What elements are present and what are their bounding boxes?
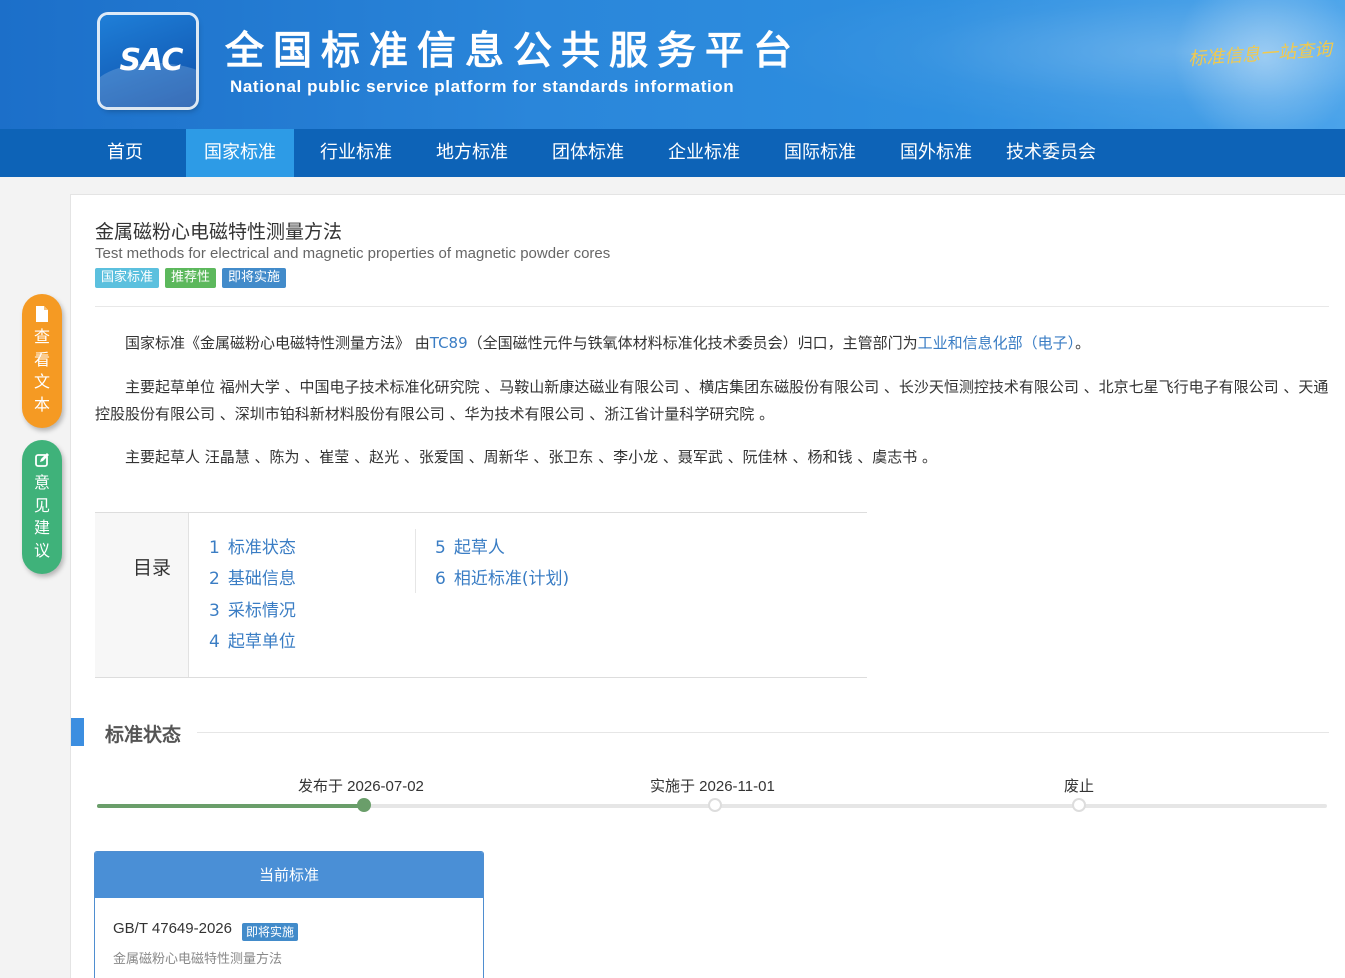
main-nav: 首页 国家标准 行业标准 地方标准 团体标准 企业标准 国际标准 国外标准 技术… <box>0 129 1345 177</box>
feedback-button[interactable]: 意 见 建 议 <box>22 440 62 574</box>
toc-text: 采标情况 <box>227 601 296 621</box>
intro-text: 国家标准《金属磁粉心电磁特性测量方法》 由 <box>125 334 430 352</box>
standard-code[interactable]: GB/T 47649-2026 <box>113 920 232 937</box>
intro-paragraph-drafting-units: 主要起草单位 福州大学 、中国电子技术标准化研究院 、马鞍山新康达磁业有限公司 … <box>95 378 1329 423</box>
section-accent-bar <box>71 718 84 746</box>
timeline-dot-abolished <box>1072 798 1086 812</box>
edit-icon <box>35 453 49 467</box>
section-divider <box>197 732 1329 733</box>
toc-label-box: 目录 <box>95 513 189 677</box>
feedback-char: 建 <box>33 518 50 537</box>
toc-text: 标准状态 <box>227 538 296 558</box>
content-panel: 金属磁粉心电磁特性测量方法 Test methods for electrica… <box>70 194 1345 978</box>
view-text-char: 文 <box>33 372 50 391</box>
nav-national-standard[interactable]: 国家标准 <box>186 129 294 177</box>
tag-national-standard: 国家标准 <box>95 268 160 288</box>
nav-enterprise-standard[interactable]: 企业标准 <box>652 129 756 177</box>
standard-name: 金属磁粉心电磁特性测量方法 <box>113 952 283 967</box>
toc-num: 4 <box>209 632 220 652</box>
toc-text: 起草人 <box>453 538 505 558</box>
toc-num: 2 <box>209 569 220 589</box>
nav-home[interactable]: 首页 <box>88 129 162 177</box>
current-standard-card[interactable]: 当前标准 GB/T 47649-2026 即将实施 金属磁粉心电磁特性测量方法 <box>94 851 484 978</box>
intro-paragraph-drafters: 主要起草人 汪晶慧 、陈为 、崔莹 、赵光 、张爱国 、周新华 、张卫东 、李小… <box>125 448 937 466</box>
toc-item-similar-standards[interactable]: 6 相近标准(计划) <box>435 564 569 589</box>
toc-text: 相近标准(计划) <box>453 569 570 589</box>
department-link[interactable]: 工业和信息化部（电子） <box>918 334 1076 352</box>
toc-item-drafting-units[interactable]: 4 起草单位 <box>209 627 296 652</box>
nav-international-standard[interactable]: 国际标准 <box>768 129 872 177</box>
nav-local-standard[interactable]: 地方标准 <box>420 129 524 177</box>
view-text-button[interactable]: 查 看 文 本 <box>22 294 62 428</box>
document-icon <box>36 306 48 322</box>
toc-num: 3 <box>209 601 220 621</box>
toc-label: 目录 <box>133 557 172 579</box>
document-english-title: Test methods for electrical and magnetic… <box>95 245 611 262</box>
site-header: SAC 全国标准信息公共服务平台 National public service… <box>0 0 1345 129</box>
feedback-char: 意 <box>33 473 50 492</box>
toc-item-drafters[interactable]: 5 起草人 <box>435 533 505 558</box>
timeline-label-implemented: 实施于 2026-11-01 <box>650 778 775 795</box>
toc-text: 起草单位 <box>227 632 296 652</box>
toc-num: 1 <box>209 538 220 558</box>
toc-column-divider <box>415 529 416 593</box>
document-tags: 国家标准 推荐性 即将实施 <box>95 268 287 288</box>
nav-technical-committee[interactable]: 技术委员会 <box>996 129 1106 177</box>
intro-text: （全国磁性元件与铁氧体材料标准化技术委员会）归口，主管部门为 <box>467 334 918 352</box>
nav-foreign-standard[interactable]: 国外标准 <box>884 129 988 177</box>
section-title-status: 标准状态 <box>105 724 182 746</box>
toc-item-status[interactable]: 1 标准状态 <box>209 533 296 558</box>
timeline-label-published: 发布于 2026-07-02 <box>298 778 424 795</box>
sac-logo[interactable]: SAC <box>100 15 196 107</box>
tag-upcoming: 即将实施 <box>222 268 287 288</box>
site-subtitle: National public service platform for sta… <box>230 77 735 96</box>
timeline-label-abolished: 废止 <box>1064 778 1095 795</box>
intro-text: 。 <box>1075 334 1091 352</box>
timeline-progress <box>97 804 365 808</box>
feedback-char: 见 <box>33 495 50 515</box>
feedback-char: 议 <box>33 540 50 560</box>
nav-group-standard[interactable]: 团体标准 <box>536 129 640 177</box>
timeline-dot-published <box>357 798 371 812</box>
toc-item-basic-info[interactable]: 2 基础信息 <box>209 564 296 589</box>
view-text-char: 查 <box>33 327 50 346</box>
toc-num: 6 <box>435 569 446 589</box>
nav-industry-standard[interactable]: 行业标准 <box>304 129 408 177</box>
table-of-contents: 目录 1 标准状态 2 基础信息 3 采标情况 4 起草单位 5 起草人 6 相近标准(计划… <box>95 512 867 678</box>
tc89-link[interactable]: TC89 <box>430 334 468 352</box>
divider <box>95 306 1329 307</box>
logo-text: SAC <box>119 43 184 78</box>
toc-item-adoption[interactable]: 3 采标情况 <box>209 596 296 621</box>
timeline-dot-implemented <box>708 798 722 812</box>
view-text-char: 本 <box>33 394 50 414</box>
tag-recommended: 推荐性 <box>165 268 217 288</box>
site-title: 全国标准信息公共服务平台 <box>225 29 802 74</box>
document-title: 金属磁粉心电磁特性测量方法 <box>95 221 343 243</box>
toc-text: 基础信息 <box>227 569 296 589</box>
view-text-char: 看 <box>33 349 50 369</box>
intro-paragraph-committee: 国家标准《金属磁粉心电磁特性测量方法》 由TC89（全国磁性元件与铁氧体材料标准… <box>95 330 1329 357</box>
toc-num: 5 <box>435 538 446 558</box>
status-badge: 即将实施 <box>242 923 299 941</box>
current-standard-header: 当前标准 <box>95 852 483 898</box>
